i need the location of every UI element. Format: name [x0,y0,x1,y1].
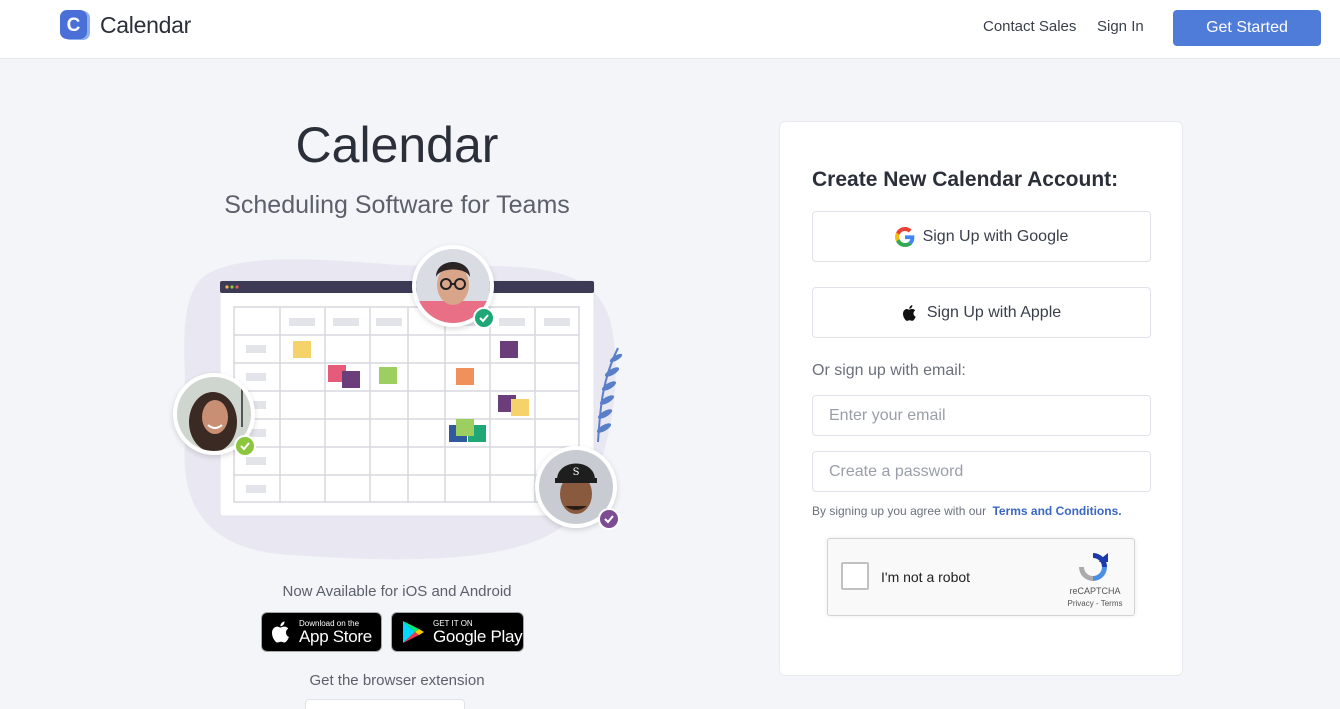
get-started-button[interactable]: Get Started [1173,10,1321,46]
hero-title: Calendar [295,117,499,173]
logo-letter: C [67,15,81,36]
google-play-icon [403,621,424,643]
calendar-illustration: S [170,240,630,570]
sign-up-apple-label: Sign Up with Apple [926,303,1062,321]
recaptcha-icon [1079,553,1108,581]
logo-text: Calendar [100,12,191,38]
check-icon [473,307,495,329]
password-field[interactable] [812,451,1151,492]
recaptcha-terms-link[interactable]: Terms [1101,599,1123,608]
browser-extension-button[interactable] [305,699,465,709]
apple-icon [902,304,916,321]
google-play-badge[interactable]: GET IT ON Google Play [391,612,524,652]
check-icon [598,508,620,530]
signup-title: Create New Calendar Account: [812,168,1119,191]
hero-subtitle: Scheduling Software for Teams [224,191,570,219]
recaptcha-widget: I'm not a robot reCAPTCHA Privacy - Term… [827,538,1135,616]
recaptcha-brand: reCAPTCHA [1069,586,1121,596]
sign-up-google-button[interactable]: Sign Up with Google [812,211,1151,262]
browser-extension-text: Get the browser extension [309,672,485,689]
apple-icon [271,621,289,643]
sign-up-apple-button[interactable]: Sign Up with Apple [812,287,1151,338]
cap-logo: S [573,467,580,478]
check-icon [234,435,256,457]
recaptcha-links: Privacy - Terms [1060,599,1130,608]
or-sign-up-email-label: Or sign up with email: [812,362,966,379]
top-navigation-bar: C Calendar Contact Sales Sign In Get Sta… [0,0,1340,59]
recaptcha-privacy-link[interactable]: Privacy [1068,599,1094,608]
signup-card: Create New Calendar Account: Sign Up wit… [779,121,1183,676]
terms-prefix: By signing up you agree with our [812,504,987,518]
app-store-badge[interactable]: Download on the App Store [261,612,382,652]
app-store-big-text: App Store [299,626,372,646]
terms-link[interactable]: Terms and Conditions. [992,504,1121,518]
contact-sales-link[interactable]: Contact Sales [983,18,1076,35]
recaptcha-separator: - [1093,599,1101,608]
email-field[interactable] [812,395,1151,436]
sign-in-link[interactable]: Sign In [1097,18,1144,35]
recaptcha-label: I'm not a robot [881,569,971,585]
calendar-logo-icon: C [60,10,90,40]
availability-text: Now Available for iOS and Android [282,583,512,600]
terms-notice: By signing up you agree with our Terms a… [812,504,1122,518]
google-play-big-text: Google Play [433,626,523,646]
recaptcha-checkbox[interactable] [841,562,869,590]
sign-up-google-label: Sign Up with Google [922,227,1069,245]
calendar-logo[interactable]: C Calendar [60,10,191,41]
google-g-icon [894,226,914,247]
